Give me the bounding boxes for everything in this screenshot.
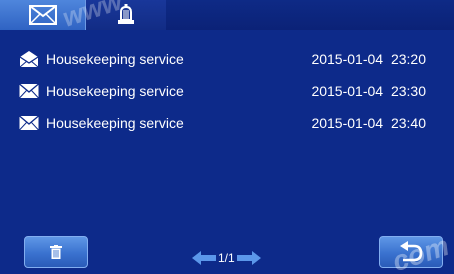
- tab-alarms[interactable]: [86, 0, 166, 30]
- tab-bar: [0, 0, 454, 30]
- message-time: 2015-01-04 23:30: [311, 83, 426, 99]
- pagination: 1/1: [192, 248, 272, 268]
- message-time: 2015-01-04 23:20: [311, 51, 426, 67]
- envelope-icon: [28, 5, 57, 25]
- message-screen: Housekeeping service 2015-01-04 23:20 Ho…: [0, 0, 454, 274]
- envelope-icon: [19, 115, 39, 131]
- message-list: Housekeeping service 2015-01-04 23:20 Ho…: [0, 30, 454, 236]
- message-title: Housekeeping service: [46, 83, 184, 99]
- arrow-left-icon[interactable]: [192, 251, 216, 265]
- envelope-icon: [19, 83, 39, 99]
- return-arrow-icon: [400, 241, 423, 262]
- alarm-bell-icon: [118, 4, 134, 24]
- message-title: Housekeeping service: [46, 115, 184, 131]
- envelope-open-icon: [19, 51, 39, 67]
- page-indicator: 1/1: [218, 251, 235, 265]
- arrow-right-icon[interactable]: [236, 251, 261, 265]
- tab-messages[interactable]: [0, 0, 86, 30]
- delete-button[interactable]: [24, 236, 88, 268]
- back-button[interactable]: [379, 236, 443, 268]
- bottom-toolbar: 1/1: [0, 236, 454, 274]
- message-title: Housekeeping service: [46, 51, 184, 67]
- message-row[interactable]: Housekeeping service 2015-01-04 23:30: [0, 76, 454, 106]
- message-row[interactable]: Housekeeping service 2015-01-04 23:20: [0, 44, 454, 74]
- message-time: 2015-01-04 23:40: [311, 115, 426, 131]
- message-row[interactable]: Housekeeping service 2015-01-04 23:40: [0, 108, 454, 138]
- trash-icon: [50, 245, 62, 259]
